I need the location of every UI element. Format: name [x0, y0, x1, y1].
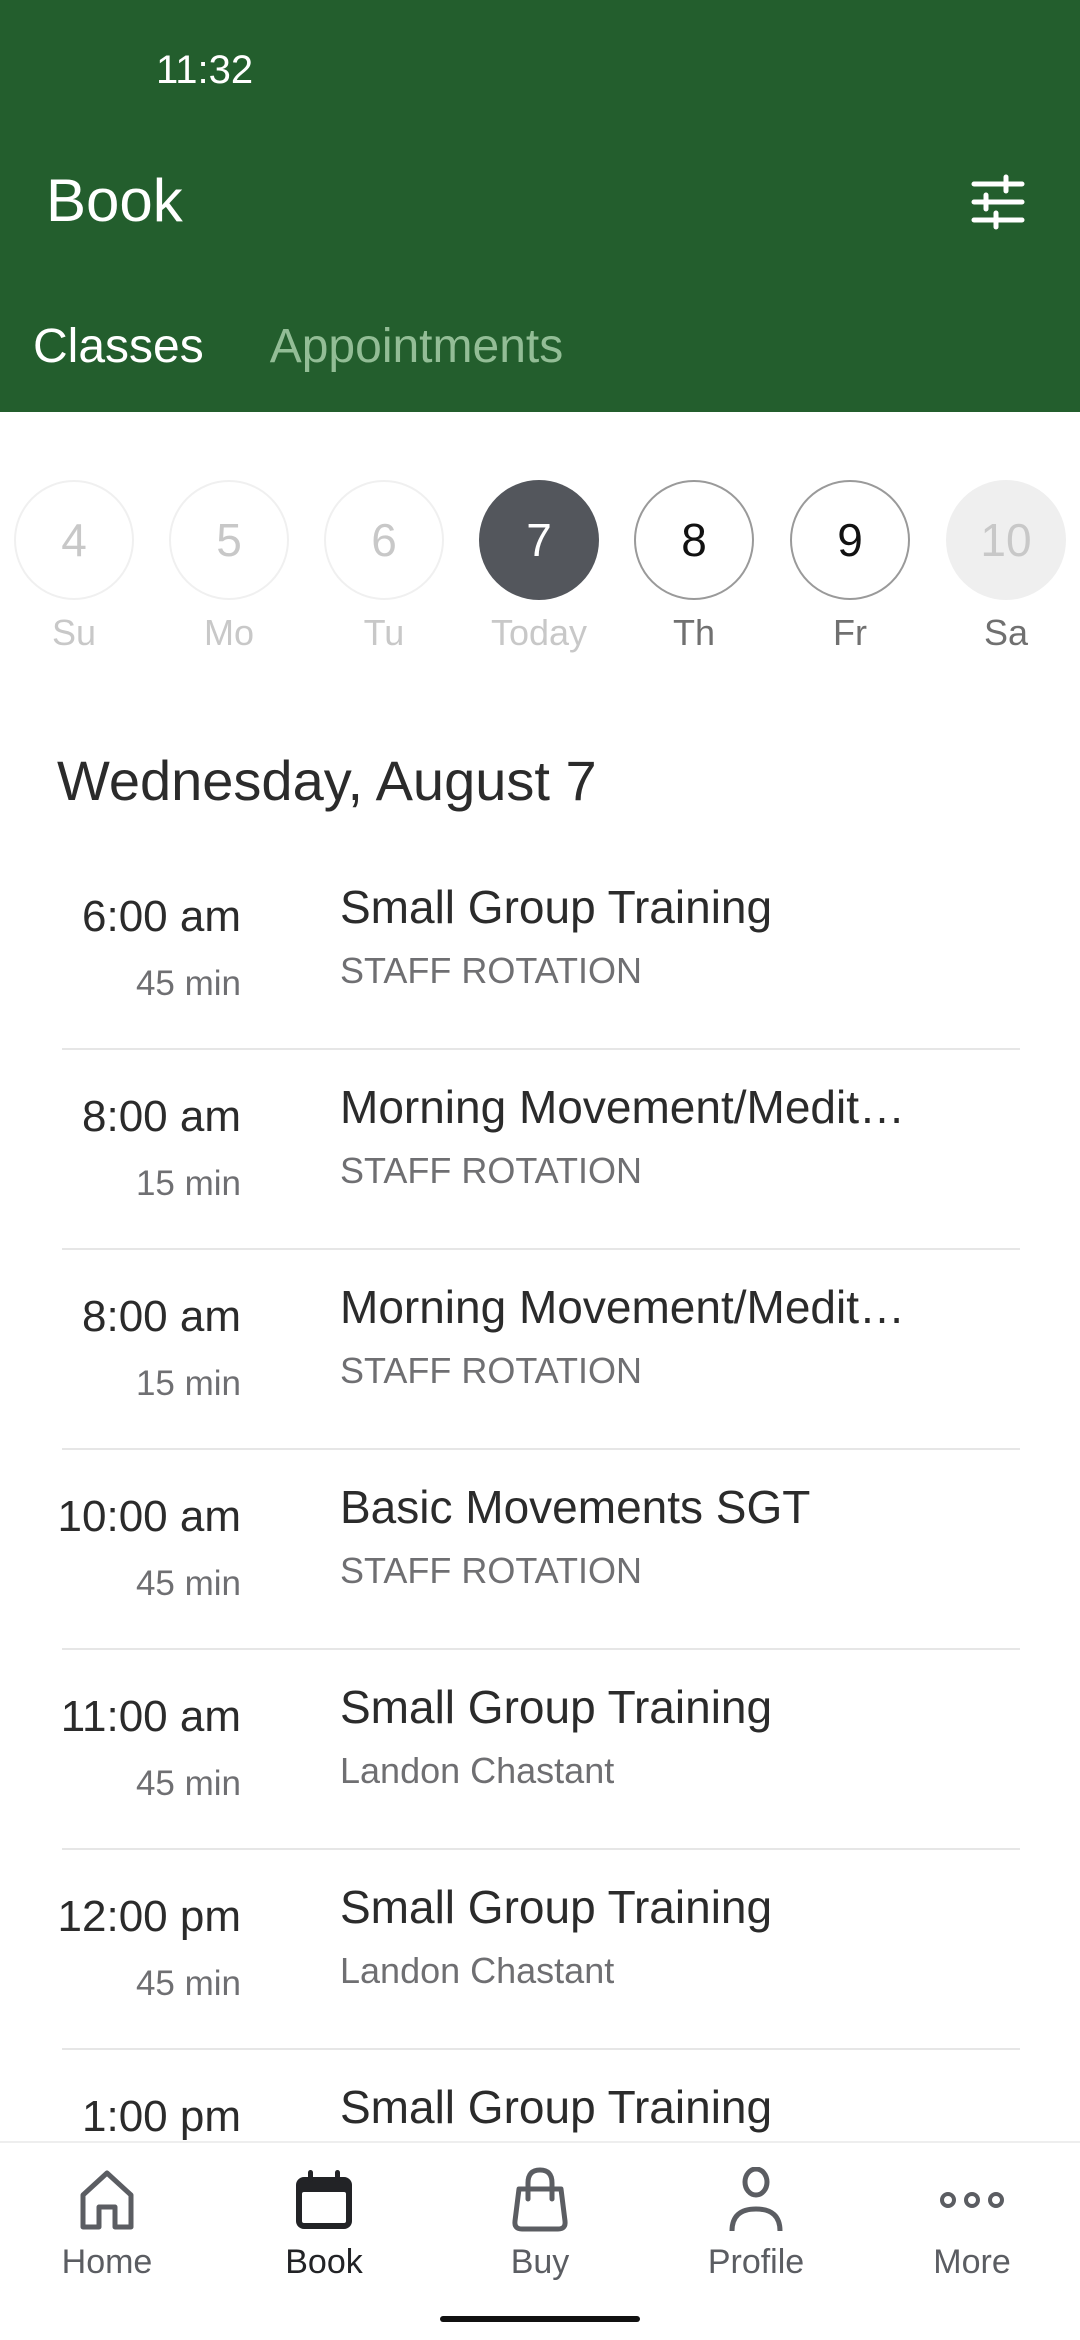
date-picker-strip: 4 Su 5 Mo 6 Tu 7 Today 8 Th 9 Fr 10 Sa — [0, 480, 1080, 660]
class-row[interactable]: 12:00 pm 45 min Small Group Training Lan… — [0, 1850, 1080, 2050]
class-name: Basic Movements SGT — [340, 1481, 811, 1533]
tab-classes[interactable]: Classes — [33, 312, 204, 382]
class-duration: 15 min — [135, 1364, 241, 1403]
class-time: 1:00 pm — [82, 2092, 241, 2141]
class-row[interactable]: 10:00 am 45 min Basic Movements SGT STAF… — [0, 1450, 1080, 1650]
nav-item-profile[interactable]: Profile — [666, 2165, 846, 2285]
day-chip-today[interactable]: 7 Today — [479, 480, 599, 660]
day-chip-9[interactable]: 9 Fr — [790, 480, 910, 660]
day-label: Today — [490, 612, 588, 653]
class-row[interactable]: 8:00 am 15 min Morning Movement/Medit… S… — [0, 1050, 1080, 1250]
day-number: 6 — [324, 480, 444, 600]
day-chip-6[interactable]: 6 Tu — [324, 480, 444, 660]
day-label: Mo — [203, 612, 254, 653]
nav-item-home[interactable]: Home — [17, 2165, 197, 2285]
home-icon — [72, 2165, 142, 2235]
class-time: 10:00 am — [57, 1492, 241, 1541]
gesture-home-indicator[interactable] — [440, 2316, 640, 2322]
class-name: Morning Movement/Medit… — [340, 1081, 905, 1133]
class-time: 11:00 am — [60, 1692, 241, 1741]
day-chip-5[interactable]: 5 Mo — [169, 480, 289, 660]
class-row[interactable]: 11:00 am 45 min Small Group Training Lan… — [0, 1650, 1080, 1850]
day-number: 10 — [946, 480, 1066, 600]
class-instructor: STAFF ROTATION — [340, 950, 642, 991]
class-time: 12:00 pm — [57, 1892, 241, 1941]
class-instructor: STAFF ROTATION — [340, 1350, 642, 1391]
nav-item-book[interactable]: Book — [234, 2165, 414, 2285]
tab-appointments[interactable]: Appointments — [270, 312, 564, 382]
class-time: 8:00 am — [82, 1292, 241, 1341]
nav-label: Home — [61, 2243, 153, 2281]
day-number: 4 — [14, 480, 134, 600]
class-time: 8:00 am — [82, 1092, 241, 1141]
class-row[interactable]: 8:00 am 15 min Morning Movement/Medit… S… — [0, 1250, 1080, 1450]
class-duration: 15 min — [135, 1164, 241, 1203]
class-duration: 45 min — [135, 964, 241, 1003]
book-tabs: Classes Appointments — [0, 312, 563, 382]
sliders-icon — [970, 174, 1026, 235]
class-instructor: Landon Chastant — [340, 1950, 615, 1991]
class-name: Small Group Training — [340, 1881, 773, 1933]
nav-item-more[interactable]: More — [882, 2165, 1062, 2285]
filter-button[interactable] — [962, 168, 1034, 240]
class-instructor: STAFF ROTATION — [340, 1550, 642, 1591]
class-instructor: Landon Chastant — [340, 1750, 615, 1791]
day-number: 5 — [169, 480, 289, 600]
shopping-bag-icon — [505, 2165, 575, 2235]
nav-label: Book — [285, 2243, 363, 2281]
day-number: 7 — [479, 480, 599, 600]
nav-label: Profile — [707, 2243, 805, 2281]
class-duration: 45 min — [135, 1564, 241, 1603]
class-name: Small Group Training — [340, 881, 773, 933]
more-dots-icon — [937, 2165, 1007, 2235]
day-label: Tu — [363, 612, 405, 653]
day-chip-10[interactable]: 10 Sa — [946, 480, 1066, 660]
bottom-nav-bar: Home Book Buy Profile More — [0, 2141, 1080, 2340]
day-label: Fr — [833, 612, 867, 653]
app-header: 11:32 Book Classes Appointments — [0, 0, 1080, 412]
class-row[interactable]: 6:00 am 45 min Small Group Training STAF… — [0, 850, 1080, 1050]
day-label: Su — [51, 612, 97, 653]
day-chip-4[interactable]: 4 Su — [14, 480, 134, 660]
day-number: 8 — [634, 480, 754, 600]
class-duration: 45 min — [135, 1764, 241, 1803]
nav-label: Buy — [510, 2243, 570, 2281]
day-number: 9 — [790, 480, 910, 600]
class-name: Small Group Training — [340, 2081, 773, 2133]
status-bar-time: 11:32 — [156, 48, 254, 92]
class-list: 6:00 am 45 min Small Group Training STAF… — [0, 850, 1080, 2250]
nav-label: More — [933, 2243, 1011, 2281]
nav-item-buy[interactable]: Buy — [450, 2165, 630, 2285]
day-label: Sa — [983, 612, 1029, 653]
class-instructor: STAFF ROTATION — [340, 1150, 642, 1191]
app-screen: 11:32 Book Classes Appointments 4 Su 5 M… — [0, 0, 1080, 2340]
day-chip-8[interactable]: 8 Th — [634, 480, 754, 660]
calendar-icon — [289, 2165, 359, 2235]
selected-date-heading: Wednesday, August 7 — [57, 749, 597, 812]
class-name: Small Group Training — [340, 1681, 773, 1733]
person-icon — [721, 2165, 791, 2235]
day-label: Th — [672, 612, 715, 653]
class-duration: 45 min — [135, 1964, 241, 2003]
class-name: Morning Movement/Medit… — [340, 1281, 905, 1333]
page-title: Book — [46, 167, 183, 234]
class-time: 6:00 am — [82, 892, 241, 941]
